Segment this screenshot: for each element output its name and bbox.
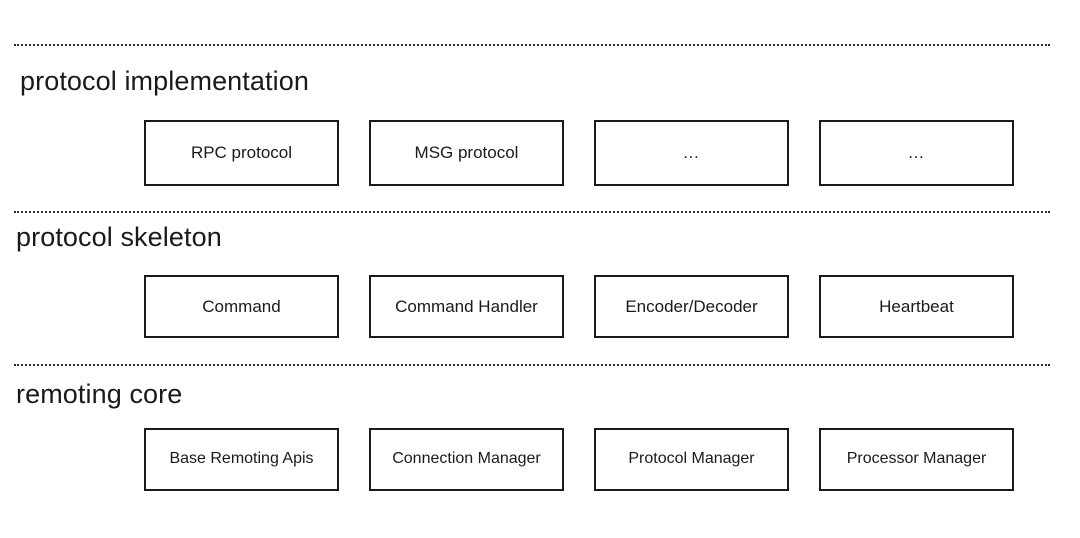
box-row-remoting-core: Base Remoting Apis Connection Manager Pr… [144,428,1014,491]
box-command[interactable]: Command [144,275,339,338]
box-label: MSG protocol [414,143,519,163]
box-row-protocol-implementation: RPC protocol MSG protocol … … [144,120,1014,186]
box-label: Heartbeat [879,296,954,316]
box-label: Command Handler [395,296,538,316]
section-divider-remoting-core [14,364,1050,366]
box-encoder-decoder[interactable]: Encoder/Decoder [594,275,789,338]
box-label: Base Remoting Apis [169,450,314,468]
box-heartbeat[interactable]: Heartbeat [819,275,1014,338]
box-label: RPC protocol [190,143,293,163]
box-label: … [682,143,701,163]
box-row-protocol-skeleton: Command Command Handler Encoder/Decoder … [144,275,1014,338]
box-protocol-placeholder-1[interactable]: … [594,120,789,186]
box-processor-manager[interactable]: Processor Manager [819,428,1014,491]
box-msg-protocol[interactable]: MSG protocol [369,120,564,186]
section-title-remoting-core: remoting core [16,379,183,409]
section-divider-protocol-implementation [14,44,1050,46]
box-label: … [907,143,926,163]
architecture-diagram: protocol implementation RPC protocol MSG… [0,0,1080,538]
box-connection-manager[interactable]: Connection Manager [369,428,564,491]
box-rpc-protocol[interactable]: RPC protocol [144,120,339,186]
section-title-protocol-skeleton: protocol skeleton [16,222,222,252]
box-label: Command [202,296,281,316]
section-divider-protocol-skeleton [14,211,1050,213]
box-protocol-manager[interactable]: Protocol Manager [594,428,789,491]
box-label: Connection Manager [392,450,541,468]
box-label: Encoder/Decoder [625,296,758,316]
box-command-handler[interactable]: Command Handler [369,275,564,338]
box-label: Processor Manager [846,450,987,468]
box-protocol-placeholder-2[interactable]: … [819,120,1014,186]
section-title-protocol-implementation: protocol implementation [20,66,309,96]
box-label: Protocol Manager [628,450,755,468]
box-base-remoting-apis[interactable]: Base Remoting Apis [144,428,339,491]
